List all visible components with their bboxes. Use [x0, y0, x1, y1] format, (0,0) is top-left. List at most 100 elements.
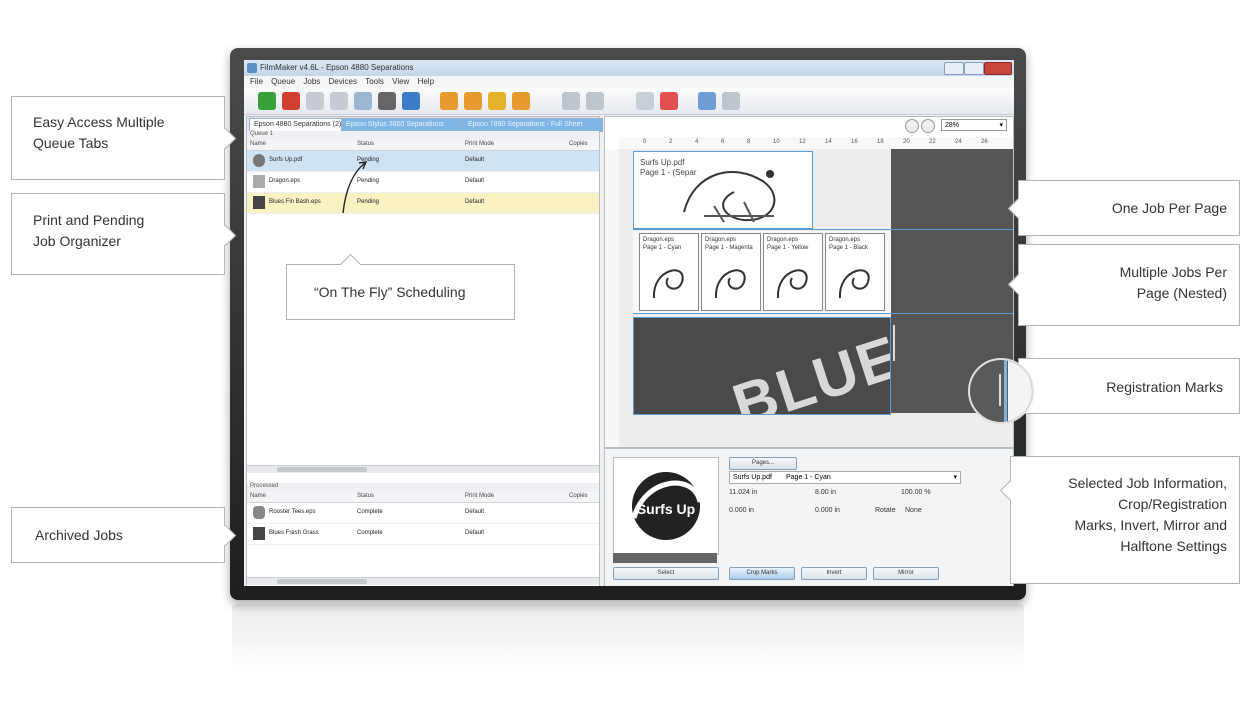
queue-scrollbar[interactable]: [247, 465, 599, 473]
col-name[interactable]: Name: [250, 493, 266, 499]
zoom-in-icon[interactable]: [905, 119, 919, 133]
nested-job-card[interactable]: Dragon.eps Page 1 - Cyan: [639, 233, 699, 311]
callout-job-organizer-line2: Job Organizer: [33, 233, 121, 249]
callout-selected-info-line4: Halftone Settings: [1120, 538, 1227, 554]
tab-epson-3800[interactable]: Epson Stylus 3800 Separations: [341, 118, 469, 132]
dragon-artwork: [838, 269, 870, 299]
scroll-thumb[interactable]: [277, 467, 367, 472]
ruler-left: [605, 149, 620, 447]
eps-job-icon: [253, 527, 265, 540]
callout-one-job-text: One Job Per Page: [1111, 200, 1227, 216]
tab-epson-7890[interactable]: Epson 7890 Separations - Full Sheet: [463, 118, 603, 132]
title-bar: FilmMaker v4.6L - Epson 4880 Separations: [244, 60, 1014, 76]
offset-y-field[interactable]: 0.000 in: [815, 507, 840, 514]
add-job-icon[interactable]: [258, 92, 276, 110]
processed-column-header: Name Status Print Mode Copies: [247, 492, 599, 503]
dragon-artwork: [652, 269, 684, 299]
surfs-up-thumbnail-art: Surfs Up: [631, 472, 703, 540]
copy-icon[interactable]: [330, 92, 348, 110]
col-name[interactable]: Name: [250, 141, 266, 147]
preview-icon[interactable]: [586, 92, 604, 110]
app-window: FilmMaker v4.6L - Epson 4880 Separations…: [244, 60, 1014, 586]
job-info-panel: Surfs Up Select Pages... Surfs Up.pdf Pa…: [604, 448, 1014, 586]
registration-mark: [893, 325, 895, 361]
reorder-arrow-icon: [342, 161, 368, 214]
col-status[interactable]: Status: [357, 141, 374, 147]
tab-epson-4880[interactable]: Epson 4880 Separations (2): [249, 118, 347, 132]
processed-label: Processed: [247, 483, 599, 492]
scale-field[interactable]: 100.00 %: [901, 489, 931, 496]
col-print-mode[interactable]: Print Mode: [465, 493, 494, 499]
job-title: Dragon.eps: [643, 237, 675, 243]
crop-marks-button[interactable]: Crop Marks: [729, 567, 795, 580]
callout-multi-jobs-line2: Page (Nested): [1136, 285, 1227, 301]
magnifier-background: [1008, 360, 1032, 422]
height-field[interactable]: 8.00 in: [815, 489, 836, 496]
table-row[interactable]: Rooster Tees.eps Complete Default: [247, 503, 599, 524]
menu-help[interactable]: Help: [418, 77, 434, 86]
mirror-button[interactable]: Mirror: [873, 567, 939, 580]
job-surfs-up[interactable]: Surfs Up.pdf Page 1 - (Separ: [633, 151, 813, 229]
page-select[interactable]: Surfs Up.pdf Page 1 - Cyan ▾: [729, 471, 961, 484]
menu-view[interactable]: View: [392, 77, 409, 86]
remove-job-icon[interactable]: [282, 92, 300, 110]
settings-icon[interactable]: [722, 92, 740, 110]
thumb-art-text: Surfs Up: [637, 501, 695, 517]
print-icon[interactable]: [378, 92, 396, 110]
menu-queue[interactable]: Queue: [271, 77, 295, 86]
ruler-tick: 18: [877, 139, 884, 145]
cut-icon[interactable]: [306, 92, 324, 110]
col-print-mode[interactable]: Print Mode: [465, 141, 494, 147]
job-queue-panel: Epson 4880 Separations (2) Epson Stylus …: [246, 116, 603, 586]
monitor-reflection: [232, 604, 1024, 674]
maximize-button[interactable]: [964, 62, 984, 75]
delete-page-icon[interactable]: [660, 92, 678, 110]
nested-job-card[interactable]: Dragon.eps Page 1 - Magenta: [701, 233, 761, 311]
ruler-tick: 14: [825, 139, 832, 145]
close-button[interactable]: [984, 62, 1012, 75]
move-bottom-icon[interactable]: [512, 92, 530, 110]
rotate-select[interactable]: None: [905, 507, 922, 514]
page-icon[interactable]: [636, 92, 654, 110]
col-copies[interactable]: Copies: [569, 141, 588, 147]
col-status[interactable]: Status: [357, 493, 374, 499]
zoom-select[interactable]: 28% ▾: [941, 119, 1007, 131]
pages-button[interactable]: Pages...: [729, 457, 797, 470]
registration-mark-magnifier: [968, 358, 1034, 424]
menu-jobs[interactable]: Jobs: [303, 77, 320, 86]
ruler-tick: 10: [773, 139, 780, 145]
save-icon[interactable]: [402, 92, 420, 110]
col-copies[interactable]: Copies: [569, 493, 588, 499]
minimize-button[interactable]: [944, 62, 964, 75]
selected-job-name: Surfs Up.pdf: [733, 474, 772, 481]
move-top-icon[interactable]: [488, 92, 506, 110]
nested-job-card[interactable]: Dragon.eps Page 1 - Black: [825, 233, 885, 311]
job-name: Blues Fin Bash.eps: [269, 199, 321, 205]
table-row[interactable]: Dragon.eps Pending Default: [247, 172, 599, 193]
job-blues-banner[interactable]: BLUES: [633, 317, 891, 415]
selected-page: Page 1 - Cyan: [786, 474, 831, 481]
ruler-tick: 22: [929, 139, 936, 145]
menu-tools[interactable]: Tools: [365, 77, 384, 86]
processed-scrollbar[interactable]: [247, 577, 599, 585]
table-row[interactable]: Blues Fin Bash.eps Pending Default: [247, 193, 599, 214]
table-row[interactable]: Blues Fresh Grass Complete Default: [247, 524, 599, 545]
move-up-icon[interactable]: [440, 92, 458, 110]
offset-x-field[interactable]: 0.000 in: [729, 507, 754, 514]
document-icon[interactable]: [698, 92, 716, 110]
menu-devices[interactable]: Devices: [329, 77, 357, 86]
job-page: Page 1 - Magenta: [705, 245, 753, 251]
width-field[interactable]: 11.024 in: [729, 489, 757, 496]
zoom-out-icon[interactable]: [921, 119, 935, 133]
nested-job-card[interactable]: Dragon.eps Page 1 - Yellow: [763, 233, 823, 311]
menu-file[interactable]: File: [250, 77, 263, 86]
job-mode: Default: [465, 509, 485, 515]
select-button[interactable]: Select: [613, 567, 719, 580]
scroll-thumb[interactable]: [277, 579, 367, 584]
paste-icon[interactable]: [354, 92, 372, 110]
move-down-icon[interactable]: [464, 92, 482, 110]
invert-button[interactable]: Invert: [801, 567, 867, 580]
queue-column-header: Name Status Print Mode Copies: [247, 140, 599, 151]
table-row[interactable]: Surfs Up.pdf Pending Default: [247, 151, 599, 172]
zoom-icon[interactable]: [562, 92, 580, 110]
